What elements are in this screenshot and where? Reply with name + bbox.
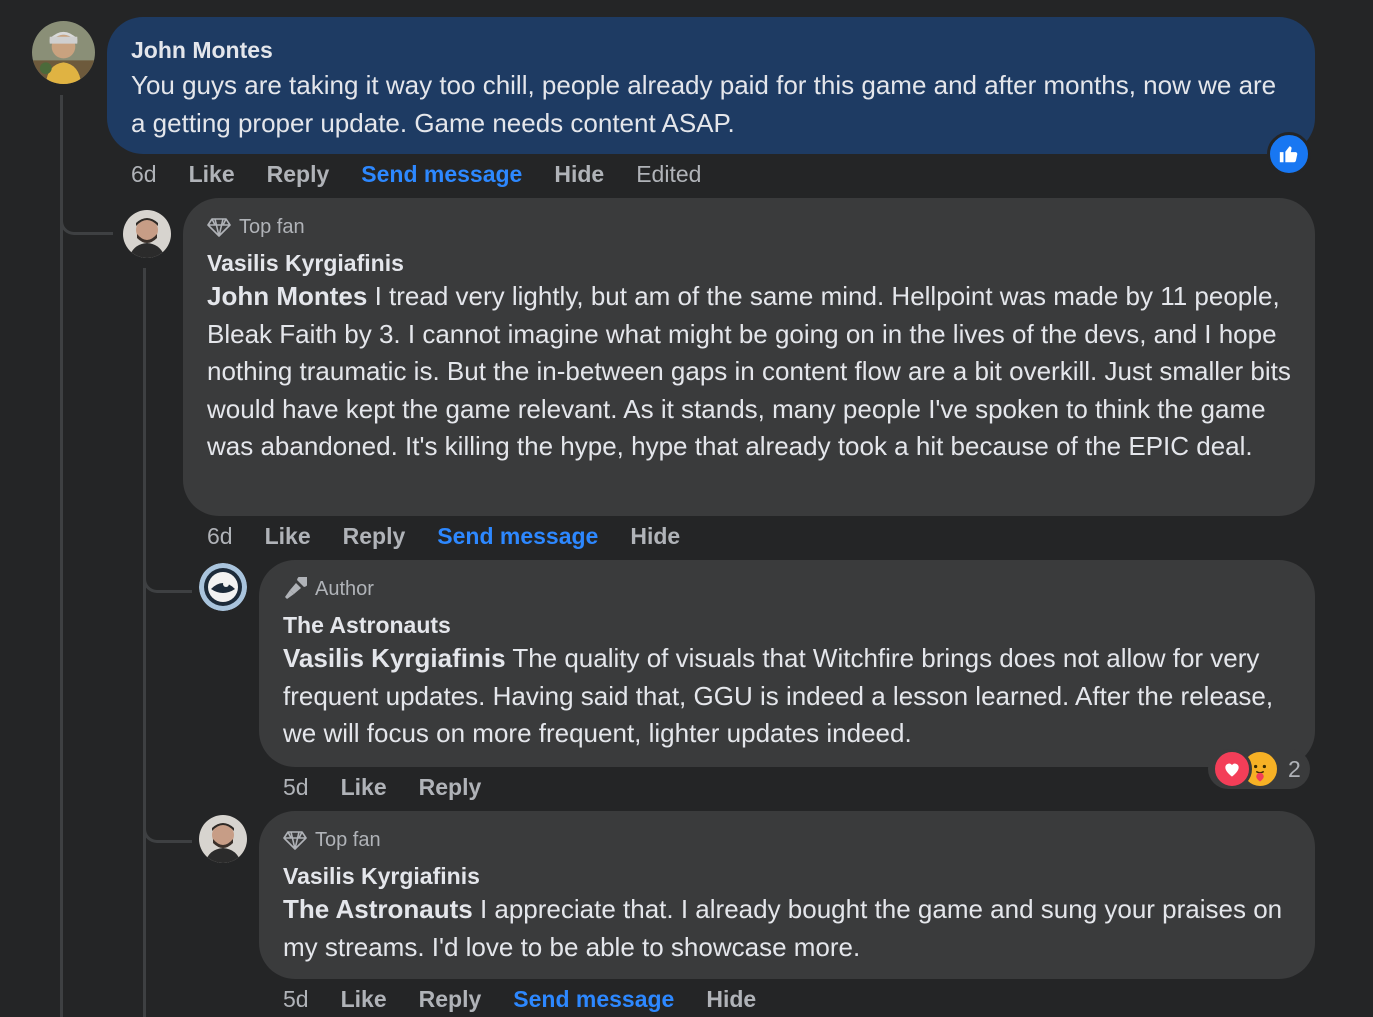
like-button[interactable]: Like (189, 161, 235, 188)
mention-link[interactable]: Vasilis Kyrgiafinis (283, 643, 506, 673)
hide-button[interactable]: Hide (554, 161, 604, 188)
comment-text: John Montes I tread very lightly, but am… (207, 278, 1291, 466)
mention-link[interactable]: John Montes (207, 281, 367, 311)
comment-timestamp[interactable]: 6d (207, 523, 233, 550)
reaction-summary[interactable]: 2 (1208, 749, 1310, 789)
comment-author[interactable]: The Astronauts (283, 610, 1291, 640)
hide-button[interactable]: Hide (706, 986, 756, 1013)
thread-line-reply (143, 268, 146, 1017)
comment-author[interactable]: John Montes (131, 35, 1291, 65)
comment-author[interactable]: Vasilis Kyrgiafinis (207, 248, 1291, 278)
thread-connector (143, 810, 192, 843)
diamond-icon (207, 218, 231, 237)
avatar[interactable] (32, 21, 95, 84)
thread-connector (143, 560, 192, 593)
comment-actions: 5d Like Reply (283, 772, 513, 802)
like-icon (1267, 132, 1311, 176)
reply-button[interactable]: Reply (419, 986, 482, 1013)
mention-link[interactable]: The Astronauts (283, 894, 473, 924)
thread-connector (60, 200, 113, 235)
comment-text: You guys are taking it way too chill, pe… (131, 70, 1277, 138)
edited-label: Edited (636, 160, 702, 187)
comment-timestamp[interactable]: 6d (131, 161, 157, 188)
badge-label: Top fan (239, 215, 305, 238)
like-button[interactable]: Like (341, 774, 387, 801)
love-icon (1212, 749, 1252, 789)
comment-bubble: Author The Astronauts Vasilis Kyrgiafini… (259, 560, 1315, 767)
comment-author[interactable]: Vasilis Kyrgiafinis (283, 861, 1291, 891)
comment-actions: 5d Like Reply Send message Hide (283, 984, 788, 1014)
avatar[interactable] (199, 815, 247, 863)
comment-bubble: John Montes You guys are taking it way t… (107, 17, 1315, 154)
avatar[interactable] (199, 563, 247, 611)
comment-actions: 6d Like Reply Send message Hide Edited (131, 159, 733, 189)
author-badge: Author (283, 574, 1291, 604)
reply-button[interactable]: Reply (343, 523, 406, 550)
comment-bubble: Top fan Vasilis Kyrgiafinis The Astronau… (259, 811, 1315, 979)
comment-text: The Astronauts I appreciate that. I alre… (283, 891, 1291, 966)
badge-label: Top fan (315, 828, 381, 851)
top-fan-badge: Top fan (283, 825, 1291, 855)
reaction-count: 2 (1288, 755, 1301, 782)
comment-actions: 6d Like Reply Send message Hide (207, 521, 712, 551)
send-message-button[interactable]: Send message (513, 986, 674, 1013)
send-message-button[interactable]: Send message (437, 523, 598, 550)
reaction-badge[interactable] (1267, 132, 1311, 176)
comment-bubble: Top fan Vasilis Kyrgiafinis John Montes … (183, 198, 1315, 516)
hide-button[interactable]: Hide (630, 523, 680, 550)
microphone-icon (285, 577, 307, 599)
diamond-icon (283, 831, 307, 850)
comment-text: Vasilis Kyrgiafinis The quality of visua… (283, 640, 1291, 753)
thread-line-main (60, 95, 63, 1017)
comment-timestamp[interactable]: 5d (283, 986, 309, 1013)
badge-label: Author (315, 577, 374, 600)
comment-body: I tread very lightly, but am of the same… (207, 281, 1291, 461)
like-button[interactable]: Like (341, 986, 387, 1013)
top-fan-badge: Top fan (207, 212, 1291, 242)
like-button[interactable]: Like (265, 523, 311, 550)
avatar[interactable] (123, 210, 171, 258)
comment-timestamp[interactable]: 5d (283, 774, 309, 801)
send-message-button[interactable]: Send message (361, 161, 522, 188)
reply-button[interactable]: Reply (267, 161, 330, 188)
reply-button[interactable]: Reply (419, 774, 482, 801)
